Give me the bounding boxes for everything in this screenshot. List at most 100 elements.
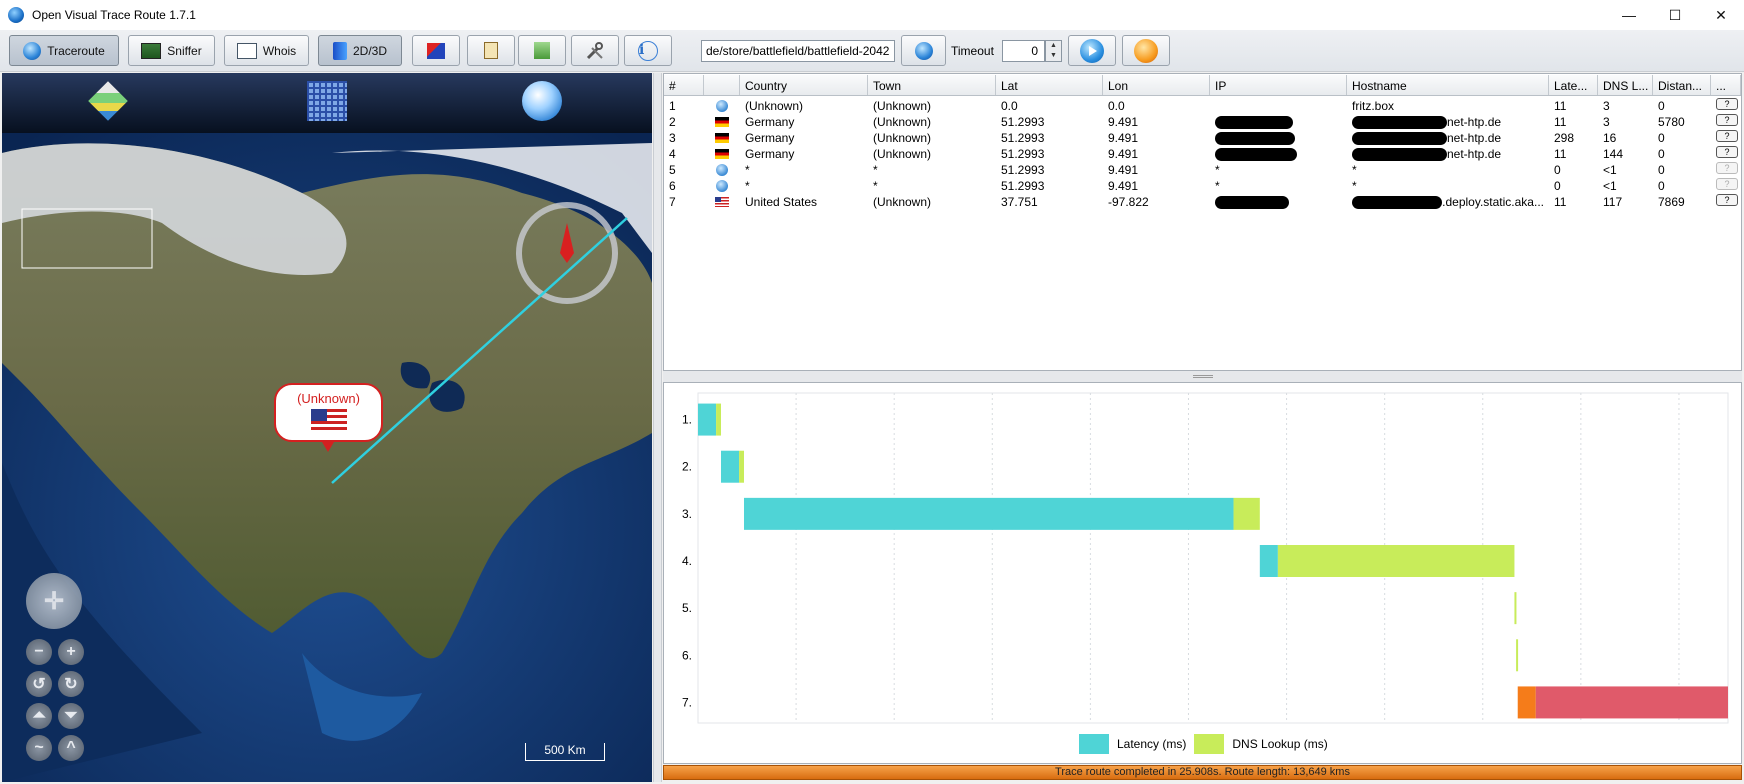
row-detail-button[interactable]: ? <box>1716 178 1738 190</box>
lon-cell: 9.491 <box>1108 131 1139 145</box>
table-row[interactable]: 4 Germany (Unknown) 51.2993 9.491 net-htp.de 1… <box>664 146 1741 162</box>
germany-flag-icon <box>715 149 729 159</box>
table-row[interactable]: 3 Germany (Unknown) 51.2993 9.491 net-htp.de 2… <box>664 130 1741 146</box>
unknown-globe-icon <box>716 180 728 192</box>
country-cell: (Unknown) <box>745 99 804 113</box>
col-flag[interactable] <box>704 75 740 95</box>
latency-cell: 11 <box>1554 99 1567 113</box>
germany-flag-icon <box>715 133 729 143</box>
whois-button[interactable]: Whois <box>224 35 309 66</box>
table-row[interactable]: 6 * * 51.2993 9.491 * * 0 <1 0? <box>664 178 1741 194</box>
map-export-button[interactable] <box>412 35 460 66</box>
flag-cell <box>704 162 740 178</box>
timeout-spinner[interactable]: ▲ ▼ <box>1045 40 1062 62</box>
map-icon <box>427 42 445 59</box>
graticule-icon[interactable] <box>307 81 347 121</box>
col-lat[interactable]: Lat <box>996 75 1103 95</box>
col-more[interactable]: ... <box>1711 75 1741 95</box>
hostname-cell: .deploy.static.aka... <box>1347 194 1549 210</box>
col-dns[interactable]: DNS L... <box>1598 75 1653 95</box>
spinner-down-icon[interactable]: ▼ <box>1046 51 1061 61</box>
unknown-globe-icon <box>716 164 728 176</box>
sniffer-button[interactable]: Sniffer <box>128 35 215 66</box>
col-town[interactable]: Town <box>868 75 996 95</box>
map-view[interactable]: (Unknown) ✛ − + ↺ ↻ ⏶ ⏷ ~ ^ 500 Km <box>2 73 652 782</box>
rotate-right-icon[interactable]: ↻ <box>58 671 84 697</box>
rotate-left-icon[interactable]: ↺ <box>26 671 52 697</box>
zoom-in-icon[interactable]: + <box>58 639 84 665</box>
hostname-cell: net-htp.de <box>1347 130 1549 146</box>
timeout-input[interactable]: 0 <box>1002 40 1045 62</box>
col-num[interactable]: # <box>664 75 704 95</box>
row-detail-button[interactable]: ? <box>1716 194 1738 206</box>
2d3d-toggle-button[interactable]: 2D/3D <box>318 35 402 66</box>
row-detail-button[interactable]: ? <box>1716 162 1738 174</box>
tilt-up-icon[interactable]: ⏶ <box>26 703 52 729</box>
maximize-button[interactable]: ☐ <box>1652 0 1698 30</box>
col-latency[interactable]: Late... <box>1549 75 1598 95</box>
clipboard-button[interactable] <box>467 35 515 66</box>
row-detail-button[interactable]: ? <box>1716 98 1738 110</box>
latency-chart: 1. 2. 3. 4. 5. 6. 7. Latency (ms) DNS Lookup (… <box>663 382 1742 764</box>
about-button[interactable]: i <box>624 35 672 66</box>
redacted-ip <box>1215 148 1297 162</box>
row-more-cell: ? <box>1711 162 1741 178</box>
window-controls: — ☐ ✕ <box>1606 0 1744 30</box>
col-country[interactable]: Country <box>740 75 868 95</box>
minimize-button[interactable]: — <box>1606 0 1652 30</box>
table-row[interactable]: 5 * * 51.2993 9.491 * * 0 <1 0? <box>664 162 1741 178</box>
hop-label: 6. <box>682 648 692 662</box>
traceroute-button[interactable]: Traceroute <box>9 35 119 66</box>
layers-icon[interactable] <box>88 81 128 121</box>
globe-view-icon[interactable] <box>522 81 562 121</box>
row-detail-button[interactable]: ? <box>1716 114 1738 126</box>
lat-cell: 51.2993 <box>1001 147 1045 161</box>
lat-cell: 51.2993 <box>1001 115 1045 129</box>
tilt-down-icon[interactable]: ⏷ <box>58 703 84 729</box>
start-trace-button[interactable] <box>1068 35 1116 66</box>
clipboard-icon <box>484 42 498 59</box>
town-cell: * <box>873 179 878 193</box>
exaggeration-up-icon[interactable]: ^ <box>58 735 84 761</box>
lon-cell: 9.491 <box>1108 163 1139 177</box>
num-cell: 4 <box>669 147 676 161</box>
legend-dns-label: DNS Lookup (ms) <box>1232 737 1328 751</box>
lon-cell: 9.491 <box>1108 179 1139 193</box>
map-layer-bar <box>2 73 652 133</box>
col-ip[interactable]: IP <box>1210 75 1347 95</box>
col-lon[interactable]: Lon <box>1103 75 1210 95</box>
export-button[interactable] <box>518 35 566 66</box>
trace-go-button[interactable] <box>901 35 946 66</box>
whois-card-icon <box>236 42 257 59</box>
zoom-out-icon[interactable]: − <box>26 639 52 665</box>
url-input[interactable]: de/store/battlefield/battlefield-2042 <box>701 40 895 62</box>
play-icon <box>1080 38 1104 63</box>
num-cell: 1 <box>669 99 676 113</box>
pan-control-icon[interactable]: ✛ <box>26 573 82 629</box>
table-row[interactable]: 2 Germany (Unknown) 51.2993 9.491 net-htp.de 1… <box>664 114 1741 130</box>
hostname-text: net-htp.de <box>1447 131 1502 145</box>
window-title: Open Visual Trace Route 1.7.1 <box>32 8 196 22</box>
vertical-splitter[interactable] <box>653 73 662 782</box>
distance-cell: 0 <box>1658 163 1665 177</box>
hostname-cell: net-htp.de <box>1347 114 1549 130</box>
close-button[interactable]: ✕ <box>1698 0 1744 30</box>
stop-trace-button[interactable] <box>1122 35 1170 66</box>
row-detail-button[interactable]: ? <box>1716 130 1738 142</box>
hop-callout[interactable]: (Unknown) <box>274 383 383 442</box>
table-row[interactable]: 7 United States (Unknown) 37.751 -97.822 .dep… <box>664 194 1741 210</box>
row-detail-button[interactable]: ? <box>1716 146 1738 158</box>
exaggeration-down-icon[interactable]: ~ <box>26 735 52 761</box>
col-distance[interactable]: Distan... <box>1653 75 1711 95</box>
stop-icon <box>1134 38 1158 63</box>
dns-bar <box>739 450 744 483</box>
row-more-cell: ? <box>1711 178 1741 194</box>
hostname-cell: * <box>1352 163 1357 177</box>
scale-bar: 500 Km <box>525 743 605 761</box>
table-row[interactable]: 1 (Unknown) (Unknown) 0.0 0.0 fritz.box 11 3 0? <box>664 98 1741 114</box>
horizontal-splitter[interactable] <box>663 371 1742 382</box>
col-hostname[interactable]: Hostname <box>1347 75 1549 95</box>
spinner-up-icon[interactable]: ▲ <box>1046 41 1061 51</box>
hop-label: 1. <box>682 413 692 427</box>
settings-button[interactable] <box>571 35 619 66</box>
